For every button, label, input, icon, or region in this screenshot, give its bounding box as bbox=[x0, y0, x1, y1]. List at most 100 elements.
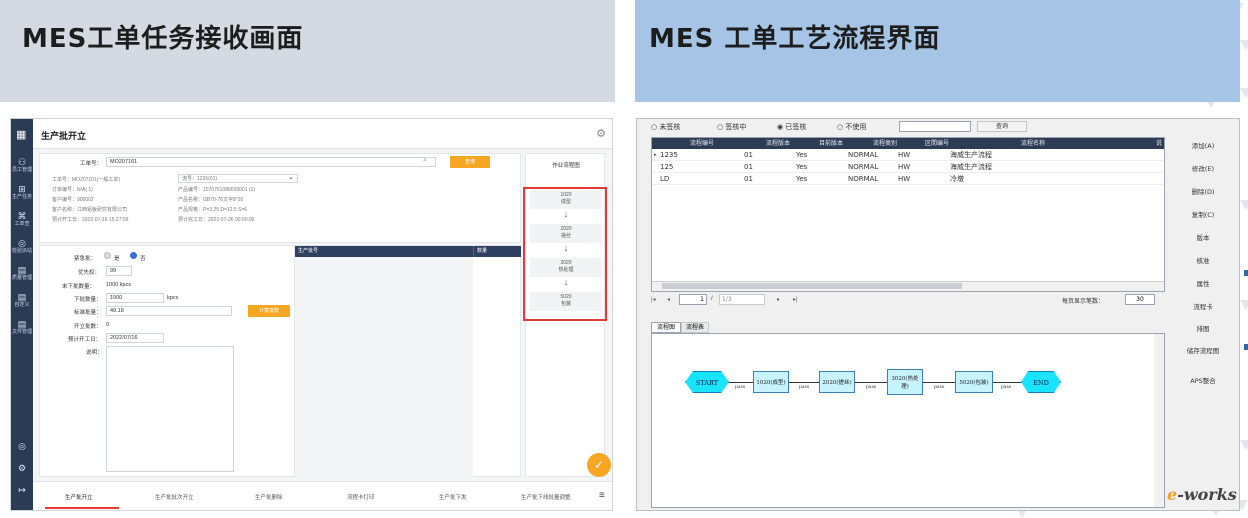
active-tab-indicator bbox=[45, 507, 119, 509]
version-button[interactable]: 版本 bbox=[1171, 231, 1235, 246]
check-fab-icon[interactable]: ✓ bbox=[587, 453, 611, 477]
batch-panel: 紧急批： 是 否 优先权： 99 末下批数量： 1000 kpcs 下批数量： … bbox=[39, 245, 521, 478]
query-button[interactable]: 查询 bbox=[450, 156, 490, 168]
col-header[interactable]: 流程编号 bbox=[652, 138, 752, 149]
std-input[interactable]: 49.18 bbox=[106, 306, 232, 316]
table-header-batch: 生产批号 bbox=[295, 246, 473, 257]
aps-button[interactable]: APS整合 bbox=[1171, 374, 1235, 389]
priority-label: 优先权： bbox=[78, 270, 101, 276]
file-icon: ▤ bbox=[17, 319, 27, 329]
edit-button[interactable]: 修改(E) bbox=[1171, 162, 1235, 177]
settings-circle-icon[interactable]: ◎ bbox=[11, 441, 33, 451]
edge-label: pass bbox=[934, 385, 945, 390]
remark-textarea[interactable] bbox=[106, 346, 234, 472]
apps-grid-icon[interactable]: ▦ bbox=[16, 128, 26, 141]
urgent-no-label: 否 bbox=[140, 256, 146, 262]
prev-page-icon[interactable]: ◂ bbox=[667, 296, 670, 303]
tab-card-print[interactable]: 流程卡打印 bbox=[347, 493, 375, 501]
priority-input[interactable]: 99 bbox=[106, 266, 132, 276]
tab-batch-sub-open[interactable]: 生产批批次开立 bbox=[155, 493, 194, 501]
info-text: 产品名称：GB70-76文字8*20 bbox=[178, 197, 244, 203]
flow-edge bbox=[789, 382, 819, 383]
urgent-yes-radio[interactable] bbox=[104, 252, 111, 259]
flow-node[interactable]: 1020(成型) bbox=[753, 371, 789, 393]
sidebar-item[interactable]: ▤ 质量管理 bbox=[11, 265, 33, 281]
flow-edge bbox=[855, 382, 887, 383]
page-input[interactable]: 1 bbox=[679, 294, 707, 305]
open-count-label: 开立批数： bbox=[74, 324, 102, 330]
delete-button[interactable]: 删除(D) bbox=[1171, 185, 1235, 200]
next-page-icon[interactable]: ▸ bbox=[777, 296, 780, 303]
filter-input[interactable] bbox=[899, 121, 971, 132]
tab-flow-chart[interactable]: 流程图 bbox=[651, 322, 681, 333]
arrange-button[interactable]: 排图 bbox=[1171, 322, 1235, 337]
per-page-input[interactable]: 30 bbox=[1125, 294, 1155, 305]
flow-grid: 流程编号 流程版本 目前版本 流程类别 区間编号 流程名称 说 ▸ 1235 0… bbox=[651, 137, 1165, 292]
decor-triangle bbox=[1240, 440, 1248, 450]
remark-label: 说明： bbox=[86, 350, 103, 356]
calc-batch-button[interactable]: 计算批数 bbox=[248, 305, 290, 317]
vertical-scrollbar[interactable] bbox=[1154, 334, 1164, 507]
end-node[interactable]: END bbox=[1021, 371, 1061, 393]
flow-card-button[interactable]: 流程卡 bbox=[1171, 300, 1235, 315]
start-node[interactable]: START bbox=[685, 371, 729, 393]
col-header[interactable]: 区間编号 bbox=[912, 138, 962, 149]
page-total: 1/3 bbox=[719, 294, 765, 305]
col-header[interactable]: 流程名称 bbox=[962, 138, 1104, 149]
edge-label: pass bbox=[735, 385, 746, 390]
col-header[interactable]: 说 bbox=[1104, 138, 1164, 149]
sidebar-item[interactable]: ⊞ 生产任务 bbox=[11, 184, 33, 200]
flow-title: 作业流程图 bbox=[552, 163, 580, 169]
tab-batch-adjust[interactable]: 生产批下线批量调整 bbox=[521, 493, 571, 501]
radio-unsigned[interactable]: ○ 未签核 bbox=[651, 122, 680, 132]
menu-icon[interactable]: ≡ bbox=[599, 490, 605, 501]
workorder-icon: ⌘ bbox=[17, 211, 27, 221]
approve-button[interactable]: 核准 bbox=[1171, 254, 1235, 269]
sidebar-item[interactable]: ⚇ 员工管理 bbox=[11, 157, 33, 173]
copy-button[interactable]: 复制(C) bbox=[1171, 208, 1235, 223]
logout-icon[interactable]: ↦ bbox=[11, 485, 33, 495]
table-row[interactable]: LD 01 Yes NORMAL HW 冷墩 bbox=[652, 174, 1164, 185]
tab-batch-dispatch[interactable]: 生产批下发 bbox=[439, 493, 467, 501]
gear-icon[interactable]: ⚙ bbox=[11, 463, 33, 473]
plan-date-input[interactable]: 2022/07/16 bbox=[106, 333, 164, 343]
sidebar-item[interactable]: ▤ 自定义 bbox=[11, 292, 33, 308]
col-header[interactable]: 流程版本 bbox=[752, 138, 804, 149]
urgent-no-radio[interactable] bbox=[130, 252, 137, 259]
radio-signed[interactable]: ◉ 已签核 bbox=[777, 122, 806, 132]
radio-unused[interactable]: ○ 不使用 bbox=[837, 122, 866, 132]
flow-node[interactable]: 3020(热处理) bbox=[887, 369, 923, 395]
sidebar-item[interactable]: ◎ 检验派站 bbox=[11, 238, 33, 254]
tab-batch-open[interactable]: 生产批开立 bbox=[65, 493, 93, 501]
settings-gear-icon[interactable]: ⚙ bbox=[596, 127, 606, 140]
table-row[interactable]: 125 01 Yes NORMAL HW 海威生产流程 bbox=[652, 162, 1164, 173]
radio-signing[interactable]: ○ 签核中 bbox=[717, 122, 746, 132]
search-icon[interactable]: ⌕ bbox=[423, 157, 427, 165]
chevron-down-icon[interactable]: ⌄ bbox=[288, 173, 294, 181]
slide: MES工单任务接收画面 MES 工单工艺流程界面 ▦ ⚇ 员工管理 ⊞ 生产任务 ⌘… bbox=[0, 0, 1248, 518]
task-icon: ⊞ bbox=[18, 184, 26, 194]
sidebar-item[interactable]: ⌘ 工单查 bbox=[11, 211, 33, 227]
flow-node[interactable]: 2020(搓丝) bbox=[819, 371, 855, 393]
col-header[interactable]: 目前版本 bbox=[804, 138, 858, 149]
sidebar-item[interactable]: ▤ 文件管理 bbox=[11, 319, 33, 335]
tab-flow-table[interactable]: 流程表 bbox=[681, 322, 709, 333]
batch-qty-label: 下批数量： bbox=[74, 297, 102, 303]
tab-batch-delete[interactable]: 生产批删除 bbox=[255, 493, 283, 501]
query-button[interactable]: 查询 bbox=[977, 121, 1027, 132]
col-header[interactable]: 流程类别 bbox=[858, 138, 912, 149]
workorder-input[interactable]: MO207161 bbox=[106, 157, 436, 167]
flow-select[interactable]: 流号：1235(01) bbox=[178, 174, 298, 183]
edge-label: pass bbox=[1001, 385, 1012, 390]
save-flow-button[interactable]: 储存流程图 bbox=[1171, 344, 1235, 366]
batch-qty-input[interactable]: 1000 bbox=[106, 293, 164, 303]
batch-table-body bbox=[295, 257, 473, 477]
scrollbar-thumb[interactable] bbox=[662, 283, 962, 289]
add-button[interactable]: 添加(A) bbox=[1171, 139, 1235, 154]
property-button[interactable]: 属性 bbox=[1171, 277, 1235, 292]
table-row[interactable]: ▸ 1235 01 Yes NORMAL HW 海威生产流程 bbox=[652, 150, 1164, 161]
flow-canvas bbox=[651, 333, 1165, 508]
first-page-icon[interactable]: |◂ bbox=[651, 296, 656, 303]
flow-node[interactable]: 5020(包装) bbox=[955, 371, 993, 393]
last-page-icon[interactable]: ▸| bbox=[793, 296, 798, 303]
